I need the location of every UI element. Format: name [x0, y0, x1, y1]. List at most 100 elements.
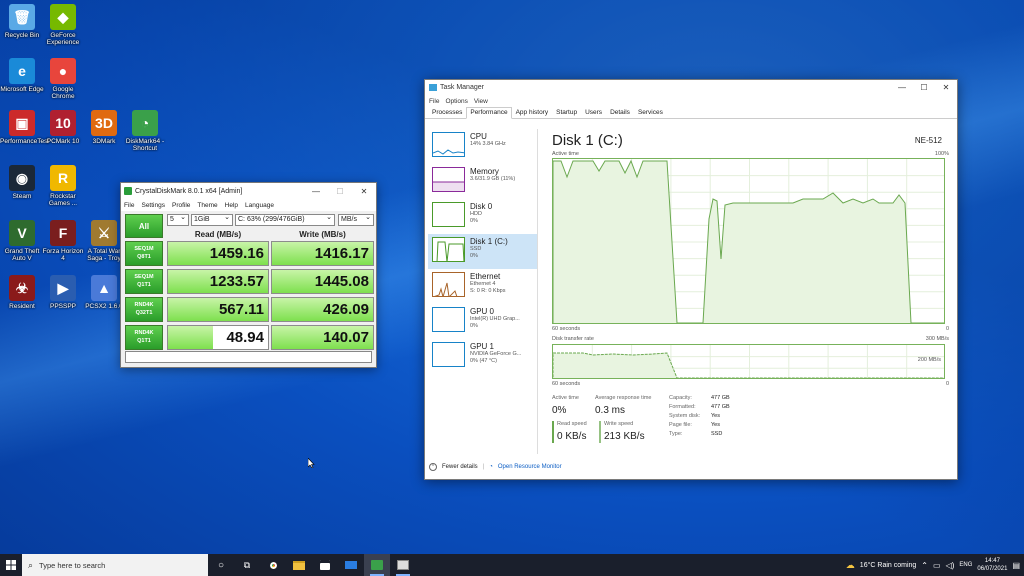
tm-title: Task Manager [440, 84, 484, 91]
task-manager-taskbar-icon[interactable] [390, 554, 416, 576]
desktop-icon[interactable]: ▶ PPSSPP [41, 275, 85, 310]
menu-theme[interactable]: Theme [197, 202, 217, 209]
fewer-details-link[interactable]: Fewer details [442, 464, 478, 470]
sidebar-item-detail: 3.6/31.9 GB (11%) [470, 176, 516, 182]
read-value: 48.94 [226, 329, 264, 346]
property-label: Page file: [669, 422, 692, 428]
language-indicator[interactable]: ENG [959, 562, 972, 568]
crystaldiskmark-icon [124, 187, 132, 195]
minimize-button[interactable]: — [891, 83, 913, 92]
volume-icon[interactable]: ◁) [946, 561, 955, 570]
cdm-titlebar[interactable]: CrystalDiskMark 8.0.1 x64 [Admin] — ☐ ✕ [121, 183, 376, 199]
desktop-icon[interactable]: F Forza Horizon 4 [41, 220, 85, 262]
menu-file[interactable]: File [124, 202, 134, 209]
test-button[interactable]: RND4K Q32T1 [125, 297, 163, 322]
minimize-button[interactable]: — [304, 187, 328, 196]
close-button[interactable]: ✕ [352, 187, 376, 196]
mail-icon[interactable] [338, 554, 364, 576]
response-time-stat: 0.3 ms [595, 405, 626, 416]
desktop-icon[interactable]: ▣ PerformanceTest [0, 110, 49, 145]
clock[interactable]: 14:47 06/07/2021 [977, 557, 1007, 573]
maximize-button[interactable]: ☐ [913, 83, 935, 92]
desktop-icon-label: Grand Theft Auto V [4, 248, 40, 262]
read-speed-marker [552, 421, 554, 443]
menu-language[interactable]: Language [245, 202, 274, 209]
weather-icon[interactable]: ☁ [846, 560, 855, 571]
desktop-icon[interactable]: R Rockstar Games ... [41, 165, 85, 207]
tab-services[interactable]: Services [634, 107, 667, 118]
sidebar-item-gpu-1[interactable]: GPU 1 NVIDIA GeForce G... 0% (47 °C) [428, 339, 537, 374]
desktop-icon[interactable]: e Microsoft Edge [0, 58, 44, 93]
menu-options[interactable]: Options [445, 98, 467, 105]
active-time-chart [553, 159, 944, 323]
unit-select[interactable]: MB/s [338, 213, 374, 226]
menu-profile[interactable]: Profile [172, 202, 190, 209]
desktop-icon[interactable]: 3D 3DMark [82, 110, 126, 145]
store-icon[interactable] [312, 554, 338, 576]
test-button[interactable]: RND4K Q1T1 [125, 325, 163, 350]
read-result: 48.94 [167, 325, 269, 350]
desktop-icon[interactable]: ● Google Chrome [41, 58, 85, 100]
network-icon[interactable]: ▭ [933, 561, 941, 570]
chevron-up-icon[interactable]: ⌃ [921, 561, 928, 570]
tm-titlebar[interactable]: Task Manager — ☐ ✕ [425, 80, 957, 95]
sidebar-item-detail: SSD [470, 246, 482, 252]
desktop-icon[interactable]: 10 PCMark 10 [41, 110, 85, 145]
file-explorer-icon[interactable] [286, 554, 312, 576]
chevron-up-icon[interactable]: ⌃ [429, 463, 437, 471]
read-result: 1459.16 [167, 241, 269, 266]
property-label: Capacity: [669, 395, 692, 401]
sidebar-item-gpu-0[interactable]: GPU 0 Intel(R) UHD Grap... 0% [428, 304, 537, 339]
sidebar-graph-thumbnail [432, 272, 465, 297]
sidebar-item-disk-1-c[interactable]: Disk 1 (C:) SSD 0% [428, 234, 537, 269]
desktop-icon[interactable]: V Grand Theft Auto V [0, 220, 44, 262]
chrome-icon[interactable] [260, 554, 286, 576]
tab-processes[interactable]: Processes [428, 107, 466, 118]
maximize-button[interactable]: ☐ [328, 187, 352, 196]
weather-text[interactable]: 16°C Rain coming [860, 562, 917, 569]
desktop-icon[interactable]: ◆ GeForce Experience [41, 4, 85, 46]
tab-details[interactable]: Details [606, 107, 634, 118]
app-icon: ● [50, 58, 76, 84]
desktop-icon-label: PCMark 10 [46, 138, 80, 145]
sidebar-item-disk-0[interactable]: Disk 0 HDD 0% [428, 199, 537, 234]
close-button[interactable]: ✕ [935, 83, 957, 92]
tab-startup[interactable]: Startup [552, 107, 581, 118]
test-queue: Q1T1 [137, 282, 151, 288]
app-icon: F [50, 220, 76, 246]
system-tray: ☁ 16°C Rain coming ⌃ ▭ ◁) ENG 14:47 06/0… [846, 554, 1024, 576]
comment-field[interactable] [125, 351, 372, 363]
size-select[interactable]: 1GiB [191, 213, 233, 226]
menu-file[interactable]: File [429, 98, 439, 105]
menu-help[interactable]: Help [225, 202, 238, 209]
menu-view[interactable]: View [474, 98, 488, 105]
menu-settings[interactable]: Settings [141, 202, 165, 209]
cortana-icon[interactable]: ○ [208, 554, 234, 576]
crystaldiskmark-taskbar-icon[interactable] [364, 554, 390, 576]
desktop-icon[interactable]: ◉ Steam [0, 165, 44, 200]
sidebar-item-ethernet[interactable]: Ethernet Ethernet 4 S: 0 R: 0 Kbps [428, 269, 537, 304]
crystaldiskmark-window[interactable]: CrystalDiskMark 8.0.1 x64 [Admin] — ☐ ✕ … [120, 182, 377, 368]
open-resource-monitor-link[interactable]: Open Resource Monitor [498, 464, 562, 470]
disk-title: Disk 1 (C:) [552, 132, 623, 149]
notification-icon[interactable]: ▤ [1012, 561, 1020, 570]
tab-performance[interactable]: Performance [466, 107, 512, 119]
test-button[interactable]: SEQ1M Q8T1 [125, 241, 163, 266]
sidebar-item-cpu[interactable]: CPU 14% 3.84 GHz [428, 129, 537, 164]
read-header: Read (MB/s) [194, 230, 242, 239]
desktop-icon[interactable]: ◔ DiskMark64 - Shortcut [123, 110, 167, 152]
taskbar-search[interactable]: ⌕ Type here to search [22, 554, 208, 576]
tab-app-history[interactable]: App history [512, 107, 553, 118]
active-time-graph [552, 158, 945, 324]
task-manager-window[interactable]: Task Manager — ☐ ✕ File Options View Pro… [424, 79, 958, 480]
sidebar-item-memory[interactable]: Memory 3.6/31.9 GB (11%) [428, 164, 537, 199]
drive-select[interactable]: C: 63% (299/476GiB) [235, 213, 335, 226]
desktop-icon[interactable]: ☣ Resident [0, 275, 44, 310]
tab-users[interactable]: Users [581, 107, 606, 118]
task-view-icon[interactable]: ⧉ [234, 554, 260, 576]
count-select[interactable]: 5 [167, 213, 189, 226]
desktop-icon[interactable]: 🗑 Recycle Bin [0, 4, 44, 39]
start-button[interactable] [0, 554, 22, 576]
all-button[interactable]: All [125, 214, 163, 238]
test-button[interactable]: SEQ1M Q1T1 [125, 269, 163, 294]
